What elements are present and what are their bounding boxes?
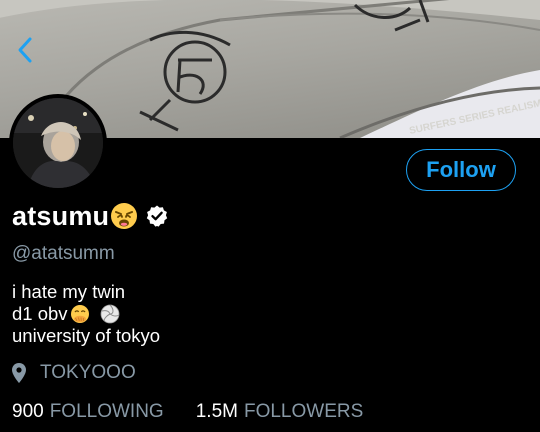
avatar-image xyxy=(13,98,103,188)
following-count: 900 xyxy=(12,401,44,422)
volleyball-emoji xyxy=(100,304,120,324)
following-label: FOLLOWING xyxy=(49,401,164,422)
name-row: atsumu xyxy=(12,198,169,234)
location-text: TOKYOOO xyxy=(40,362,136,383)
display-name: atsumu xyxy=(12,200,110,231)
location-pin-icon xyxy=(12,363,26,383)
avatar[interactable] xyxy=(9,94,107,192)
user-handle: @atatsumm xyxy=(12,243,115,264)
location: TOKYOOO xyxy=(12,362,136,384)
hand-over-mouth-emoji xyxy=(70,304,90,324)
profile-stats: 900 FOLLOWING 1.5M FOLLOWERS xyxy=(12,401,363,423)
followers-link[interactable]: 1.5M FOLLOWERS xyxy=(196,401,364,423)
bio-line: i hate my twin xyxy=(12,281,126,302)
weary-face-emoji xyxy=(109,201,139,231)
follow-button[interactable]: Follow xyxy=(406,149,516,191)
chevron-left-icon xyxy=(18,37,32,63)
bio: i hate my twin d1 obv university of toky… xyxy=(12,281,160,347)
following-link[interactable]: 900 FOLLOWING xyxy=(12,401,164,423)
followers-label: FOLLOWERS xyxy=(243,401,364,422)
back-button[interactable] xyxy=(8,30,42,70)
bio-line: university of tokyo xyxy=(12,325,161,346)
bio-line: d1 obv xyxy=(12,303,160,325)
followers-count: 1.5M xyxy=(195,401,238,422)
bio-line-text: d1 obv xyxy=(12,303,68,324)
verified-badge-icon xyxy=(145,204,169,228)
